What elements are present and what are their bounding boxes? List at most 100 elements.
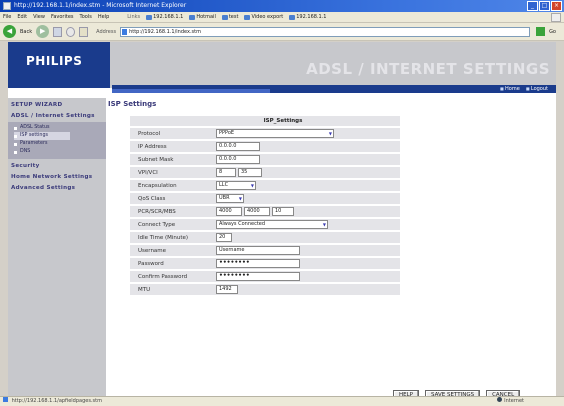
home-link[interactable]: Home (500, 85, 520, 93)
isp-settings-form: ISP_Settings Protocol PPPoE IP Address 0… (130, 116, 400, 295)
connect-type-label: Connect Type (138, 221, 176, 228)
password-label: Password (138, 260, 164, 267)
sidebar-subitem-adsl-status[interactable]: ADSL Status (14, 124, 106, 132)
form-row-confirm-password: Confirm Password •••••••• (130, 269, 400, 282)
status-url: http://192.168.1.1/apfieldpages.stm (11, 398, 102, 404)
connect-type-select[interactable]: Always Connected (216, 220, 328, 229)
form-row-idle-time: Idle Time (Minute) 20 (130, 230, 400, 243)
ie-icon (3, 2, 11, 10)
back-arrow-icon[interactable]: ◀ (3, 25, 16, 38)
security-zone: Internet (497, 397, 524, 406)
windows-logo-icon (551, 13, 561, 22)
menu-file[interactable]: File (3, 14, 11, 20)
window-title: http://192.168.1.1/index.stm - Microsoft… (14, 2, 187, 9)
sidebar-subitem-isp-settings[interactable]: ISP settings (14, 132, 70, 140)
qos-class-select[interactable]: UBR (216, 194, 244, 203)
password-input[interactable]: •••••••• (216, 259, 300, 268)
link-item[interactable]: Video export (244, 14, 283, 20)
header-links: Home Logout (500, 85, 548, 93)
sidebar-item-setup-wizard[interactable]: SETUP WIZARD (8, 100, 106, 111)
link-item[interactable]: test (221, 14, 238, 20)
form-row-qos-class: QoS Class UBR (130, 191, 400, 204)
mtu-input[interactable]: 1492 (216, 285, 238, 294)
username-input[interactable]: Username (216, 246, 300, 255)
link-item[interactable]: Hotmail (189, 14, 216, 20)
confirm-password-input[interactable]: •••••••• (216, 272, 300, 281)
logout-link[interactable]: Logout (526, 85, 548, 93)
form-row-ip-address: IP Address 0.0.0.0 (130, 139, 400, 152)
qos-class-label: QoS Class (138, 195, 166, 202)
subnet-mask-label: Subnet Mask (138, 156, 174, 163)
menu-edit[interactable]: Edit (17, 14, 27, 20)
pcr-input[interactable]: 4000 (216, 207, 242, 216)
address-input[interactable]: http://192.168.1.1/index.stm (120, 26, 531, 37)
protocol-label: Protocol (138, 130, 161, 137)
mbs-input[interactable]: 10 (272, 207, 294, 216)
sidebar-item-home-network[interactable]: Home Network Settings (8, 172, 106, 183)
philips-logo: PHILIPS (26, 54, 83, 68)
link-item[interactable]: 192.168.1.1 (289, 14, 326, 20)
username-label: Username (138, 247, 167, 254)
status-bar: http://192.168.1.1/apfieldpages.stm Inte… (0, 396, 564, 406)
vci-input[interactable]: 35 (238, 168, 262, 177)
encapsulation-select[interactable]: LLC (216, 181, 256, 190)
link-icon (189, 14, 196, 20)
address-label: Address (96, 28, 117, 35)
forward-arrow-icon[interactable]: ▶ (36, 25, 50, 38)
idle-time-input[interactable]: 20 (216, 233, 232, 242)
window-controls: _ □ × (527, 1, 562, 11)
form-row-password: Password •••••••• (130, 256, 400, 269)
link-icon (146, 14, 153, 20)
page-title: ISP Settings (108, 100, 157, 108)
idle-time-label: Idle Time (Minute) (138, 234, 189, 241)
sidebar-subitem-dns[interactable]: DNS (14, 148, 106, 156)
sidebar: SETUP WIZARD ADSL / Internet Settings AD… (8, 98, 106, 396)
browser-window: http://192.168.1.1/index.stm - Microsoft… (0, 0, 564, 406)
go-arrow-icon[interactable] (536, 27, 546, 36)
form-row-subnet-mask: Subnet Mask 0.0.0.0 (130, 152, 400, 165)
page-icon (3, 397, 8, 402)
link-icon (244, 14, 251, 20)
maximize-button[interactable]: □ (539, 1, 550, 11)
ip-address-label: IP Address (138, 143, 167, 150)
vpi-input[interactable]: 8 (216, 168, 236, 177)
sidebar-item-advanced[interactable]: Advanced Settings (8, 183, 106, 194)
main-panel: ISP Settings ISP_Settings Protocol PPPoE… (108, 98, 556, 401)
subnet-mask-input[interactable]: 0.0.0.0 (216, 155, 260, 164)
form-row-pcr-scr-mbs: PCR/SCR/MBS 4000 4000 10 (130, 204, 400, 217)
refresh-icon[interactable] (66, 26, 76, 37)
encapsulation-label: Encapsulation (138, 182, 177, 189)
ip-address-input[interactable]: 0.0.0.0 (216, 142, 260, 151)
form-row-encapsulation: Encapsulation LLC (130, 178, 400, 191)
confirm-password-label: Confirm Password (138, 273, 188, 280)
menu-help[interactable]: Help (98, 14, 109, 20)
go-button[interactable]: Go (549, 29, 556, 35)
links-label: Links (127, 14, 141, 20)
menu-favorites[interactable]: Favorites (51, 14, 74, 20)
sidebar-item-adsl-settings[interactable]: ADSL / Internet Settings (8, 111, 106, 122)
menu-tools[interactable]: Tools (80, 14, 92, 20)
minimize-button[interactable]: _ (527, 1, 538, 11)
scr-input[interactable]: 4000 (244, 207, 270, 216)
sidebar-item-security[interactable]: Security (8, 161, 106, 172)
form-row-connect-type: Connect Type Always Connected (130, 217, 400, 230)
protocol-select[interactable]: PPPoE (216, 129, 334, 138)
close-button[interactable]: × (551, 1, 562, 11)
form-row-username: Username Username (130, 243, 400, 256)
home-icon[interactable] (79, 26, 89, 37)
sidebar-submenu: ADSL Status ISP settings Parameters DNS (8, 122, 106, 159)
menu-view[interactable]: View (33, 14, 45, 20)
form-row-protocol: Protocol PPPoE (130, 126, 400, 139)
pcr-scr-mbs-label: PCR/SCR/MBS (138, 208, 176, 215)
sidebar-subitem-parameters[interactable]: Parameters (14, 140, 106, 148)
menu-bar: File Edit View Favorites Tools Help Link… (0, 12, 564, 23)
header-accent-bar (112, 89, 270, 93)
link-icon (289, 14, 296, 20)
form-row-mtu: MTU 1492 (130, 282, 400, 295)
stop-icon[interactable] (53, 26, 63, 37)
mtu-label: MTU (138, 286, 151, 293)
link-icon (221, 14, 228, 20)
link-item[interactable]: 192.168.1.1 (146, 14, 183, 20)
globe-icon (497, 397, 503, 402)
back-label[interactable]: Back (20, 29, 32, 35)
